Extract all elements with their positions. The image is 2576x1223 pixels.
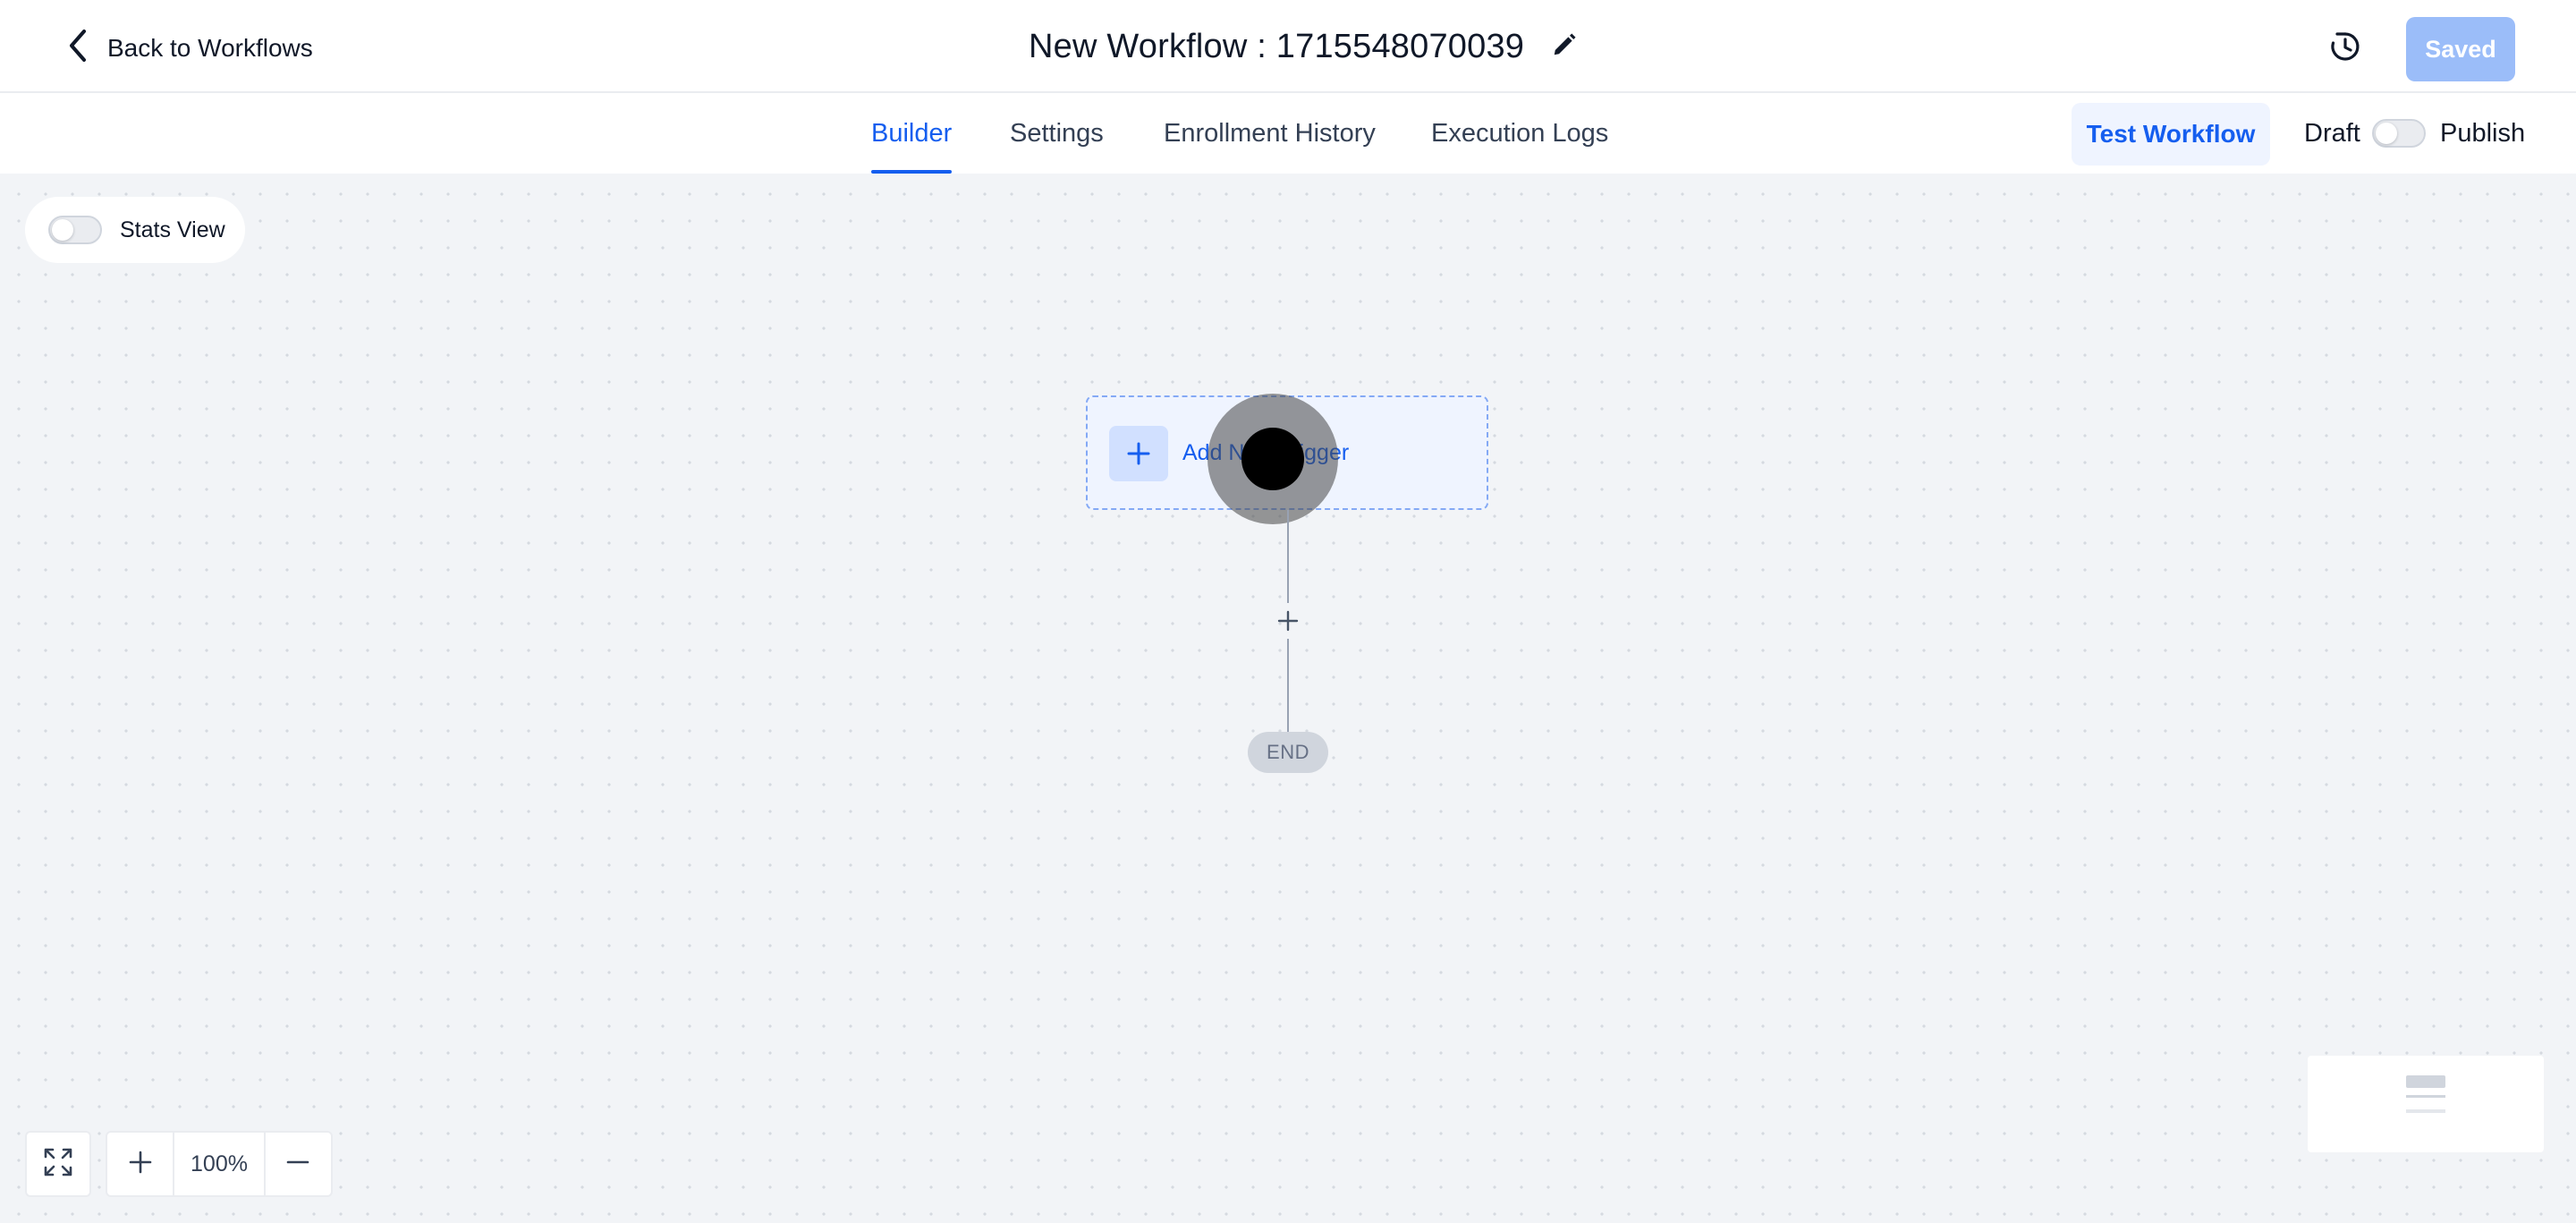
tab-settings[interactable]: Settings [1010, 93, 1104, 174]
zoom-level: 100% [173, 1133, 266, 1195]
workflow-title-area: New Workflow : 1715548070039 [1029, 21, 1578, 72]
top-bar: Back to Workflows New Workflow : 1715548… [0, 0, 2576, 93]
zoom-controls: 100% [106, 1131, 333, 1197]
minimap-node [2406, 1109, 2445, 1113]
tab-bar: Builder Settings Enrollment History Exec… [0, 93, 2576, 174]
click-indicator-dot [1241, 428, 1304, 490]
connector-line [1287, 639, 1289, 732]
back-to-workflows-link[interactable]: Back to Workflows [64, 27, 313, 70]
toggle-knob [52, 219, 73, 241]
minimap[interactable] [2308, 1056, 2544, 1152]
zoom-in-button[interactable] [107, 1133, 173, 1195]
workflow-builder-app: Back to Workflows New Workflow : 1715548… [0, 0, 2576, 1223]
connector-line [1287, 510, 1289, 603]
tab-enrollment-history[interactable]: Enrollment History [1164, 93, 1376, 174]
publish-label: Publish [2440, 118, 2526, 148]
minimap-node [2406, 1075, 2445, 1088]
minus-icon [284, 1149, 311, 1180]
end-node: END [1248, 732, 1328, 773]
plus-icon[interactable] [1109, 426, 1168, 481]
add-step-button[interactable] [1270, 603, 1306, 639]
tab-execution-logs[interactable]: Execution Logs [1431, 93, 1608, 174]
workflow-canvas[interactable]: Stats View Add New Trigger END [0, 174, 2576, 1223]
pencil-icon[interactable] [1551, 31, 1578, 63]
test-workflow-button[interactable]: Test Workflow [2072, 103, 2270, 166]
publish-toggle[interactable] [2372, 119, 2426, 148]
toggle-knob [2376, 123, 2397, 144]
history-icon[interactable] [2326, 27, 2365, 66]
chevron-left-icon [64, 28, 91, 70]
back-link-label: Back to Workflows [107, 34, 313, 62]
stats-view-toggle[interactable] [48, 216, 102, 244]
minimap-node [2406, 1095, 2445, 1106]
saved-button[interactable]: Saved [2406, 17, 2515, 81]
workflow-title: New Workflow : 1715548070039 [1029, 27, 1525, 65]
fit-view-button[interactable] [25, 1131, 91, 1197]
tab-builder[interactable]: Builder [871, 93, 953, 174]
plus-icon [127, 1149, 154, 1180]
stats-view-label: Stats View [120, 217, 225, 242]
draft-label: Draft [2304, 118, 2360, 148]
fullscreen-icon [42, 1146, 74, 1183]
stats-view-control: Stats View [25, 197, 245, 263]
zoom-out-button[interactable] [266, 1133, 331, 1195]
